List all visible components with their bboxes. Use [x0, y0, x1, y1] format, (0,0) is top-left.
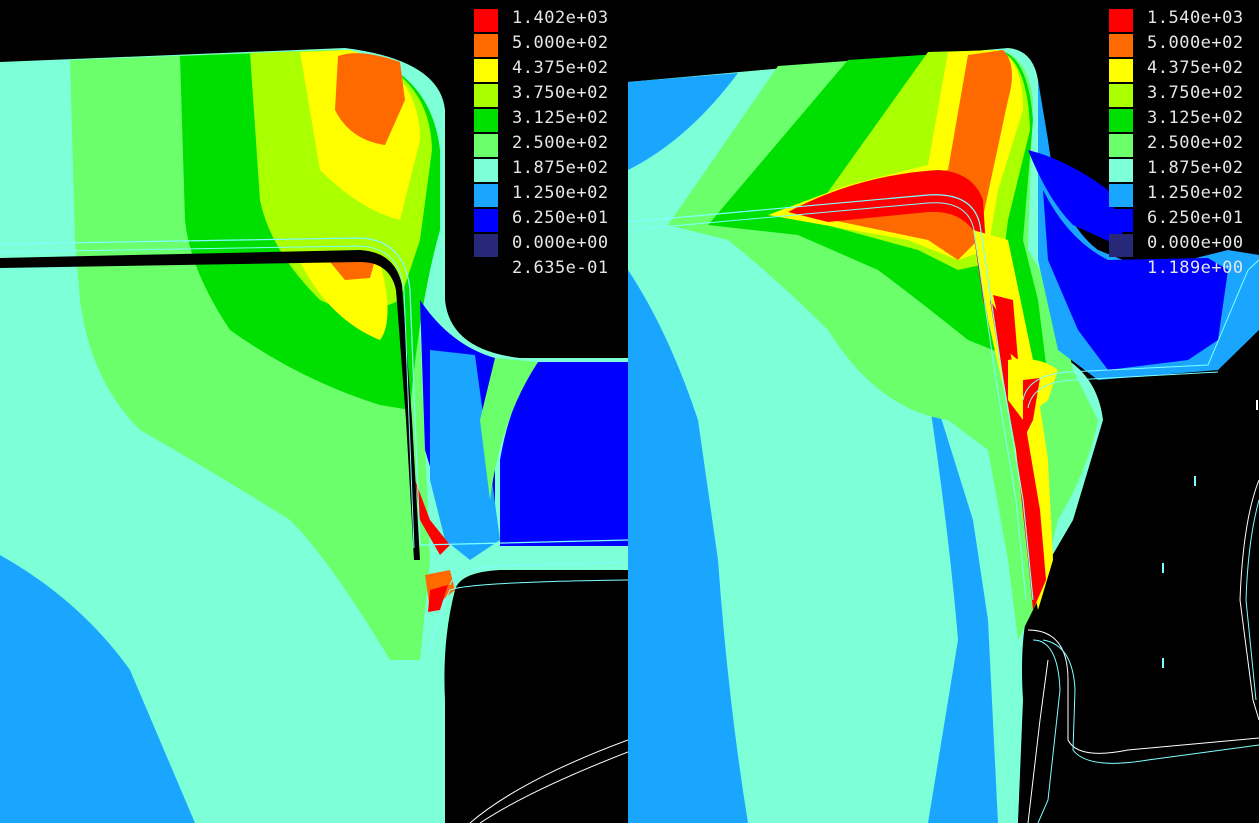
legend-label: 6.250e+01: [1147, 208, 1244, 228]
marker: [1162, 563, 1164, 573]
legend-row: 3.125e+02: [1109, 108, 1259, 133]
legend-swatch: [1109, 184, 1133, 207]
marker: [1194, 476, 1196, 486]
legend-label: 1.540e+03: [1147, 8, 1244, 28]
legend-row: 3.750e+02: [474, 83, 628, 108]
legend-swatch: [474, 9, 498, 32]
region-void: [444, 570, 628, 823]
legend-label: 1.875e+02: [512, 158, 609, 178]
legend-label: 0.000e+00: [512, 233, 609, 253]
legend-label: 6.250e+01: [512, 208, 609, 228]
legend-label: 3.750e+02: [512, 83, 609, 103]
legend-row: 1.875e+02: [1109, 158, 1259, 183]
legend-swatch: [474, 84, 498, 107]
legend-row: 1.402e+03: [474, 8, 628, 33]
legend-row: 0.000e+00: [474, 233, 628, 258]
legend-label: 3.125e+02: [1147, 108, 1244, 128]
legend-label: 1.250e+02: [1147, 183, 1244, 203]
legend-row: 2.500e+02: [474, 133, 628, 158]
legend-row: 3.750e+02: [1109, 83, 1259, 108]
legend-label: 4.375e+02: [512, 58, 609, 78]
legend-swatch: [474, 159, 498, 182]
legend-label: 5.000e+02: [1147, 33, 1244, 53]
legend-swatch: [1109, 109, 1133, 132]
legend-row: 5.000e+02: [1109, 33, 1259, 58]
legend-row: 1.875e+02: [474, 158, 628, 183]
legend-swatch: [474, 184, 498, 207]
legend-label: 1.875e+02: [1147, 158, 1244, 178]
contour-plot-left: 1.402e+03 5.000e+02 4.375e+02 3.750e+02 …: [0, 0, 628, 823]
legend-row: 6.250e+01: [474, 208, 628, 233]
legend-label: 2.500e+02: [1147, 133, 1244, 153]
legend-row: 5.000e+02: [474, 33, 628, 58]
legend-label: 1.250e+02: [512, 183, 609, 203]
legend-swatch: [1109, 84, 1133, 107]
legend-row: 1.250e+02: [474, 183, 628, 208]
legend-row: 1.250e+02: [1109, 183, 1259, 208]
legend-swatch: [474, 134, 498, 157]
legend-swatch: [474, 109, 498, 132]
legend-label: 3.125e+02: [512, 108, 609, 128]
legend-row: 1.189e+00: [1109, 258, 1259, 283]
legend-row: 2.500e+02: [1109, 133, 1259, 158]
contour-plot-right: 1.540e+03 5.000e+02 4.375e+02 3.750e+02 …: [628, 0, 1259, 823]
legend-swatch: [474, 234, 498, 257]
legend-swatch: [1109, 159, 1133, 182]
legend-swatch: [474, 59, 498, 82]
legend-swatch: [474, 34, 498, 57]
legend-row: 4.375e+02: [474, 58, 628, 83]
legend-row: 0.000e+00: [1109, 233, 1259, 258]
legend-row: 2.635e-01: [474, 258, 628, 283]
legend-swatch: [1109, 59, 1133, 82]
marker: [1162, 658, 1164, 668]
legend-swatch: [1109, 34, 1133, 57]
legend-label: 0.000e+00: [1147, 233, 1244, 253]
legend-label: 2.635e-01: [512, 258, 609, 278]
legend-row: 6.250e+01: [1109, 208, 1259, 233]
legend-label: 1.189e+00: [1147, 258, 1244, 278]
legend-swatch: [1109, 234, 1133, 257]
legend-label: 1.402e+03: [512, 8, 609, 28]
legend-swatch: [474, 209, 498, 232]
legend-swatch: [1109, 9, 1133, 32]
marker: [1256, 400, 1258, 410]
legend-row: 1.540e+03: [1109, 8, 1259, 33]
legend-label: 5.000e+02: [512, 33, 609, 53]
legend-label: 3.750e+02: [1147, 83, 1244, 103]
legend-label: 4.375e+02: [1147, 58, 1244, 78]
legend-row: 3.125e+02: [474, 108, 628, 133]
legend-swatch: [1109, 209, 1133, 232]
legend-label: 2.500e+02: [512, 133, 609, 153]
legend-swatch: [1109, 134, 1133, 157]
legend-row: 4.375e+02: [1109, 58, 1259, 83]
